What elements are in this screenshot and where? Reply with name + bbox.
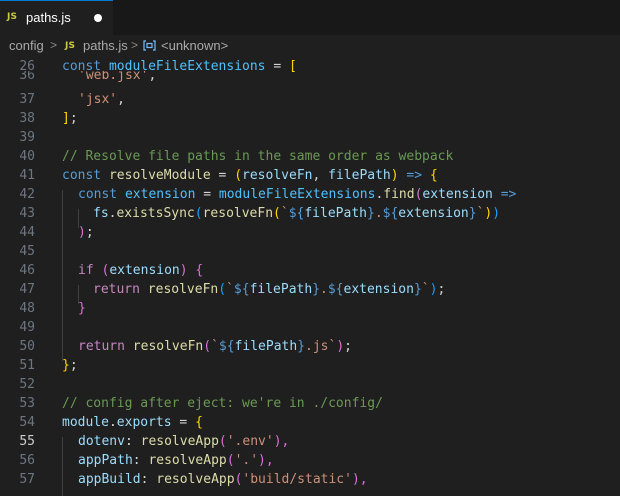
code-line: 38 ]; — [0, 109, 620, 128]
code-line: 56 appPath: resolveApp('.'), — [0, 451, 620, 470]
code-text: ); — [78, 225, 94, 240]
code-line: 41 const resolveModule = (resolveFn, fil… — [0, 166, 620, 185]
code-text: fs.existsSync(resolveFn(`${filePath}.${e… — [93, 206, 501, 221]
code-line: 39 — [0, 128, 620, 147]
code-text: const resolveModule = (resolveFn, filePa… — [62, 168, 438, 183]
code-text: appPath: resolveApp('.'), — [78, 453, 274, 468]
line-number: 39 — [19, 130, 35, 145]
line-number: 53 — [19, 396, 35, 411]
code-text: dotenv: resolveApp('.env'), — [78, 434, 290, 449]
code-text: ]; — [62, 111, 78, 126]
breadcrumb: config > JS paths.js > <unknown> — [0, 35, 620, 57]
line-number: 44 — [19, 225, 35, 240]
code-line: 36 'web.jsx', — [0, 71, 620, 85]
breadcrumb-folder-config[interactable]: config — [9, 38, 44, 53]
code-line: 45 — [0, 242, 620, 261]
line-number: 51 — [19, 358, 35, 373]
code-line: 42 const extension = moduleFileExtension… — [0, 185, 620, 204]
line-number: 48 — [19, 301, 35, 316]
code-comment: // Resolve file paths in the same order … — [62, 149, 454, 164]
symbol-variable-icon — [143, 40, 156, 51]
breadcrumb-symbol-unknown[interactable]: <unknown> — [161, 38, 228, 53]
code-line: 50 return resolveFn(`${filePath}.js`); — [0, 337, 620, 356]
line-number: 47 — [19, 282, 35, 297]
code-line: 47 return resolveFn(`${filePath}.${exten… — [0, 280, 620, 299]
tab-label: paths.js — [26, 10, 71, 25]
code-text: } — [78, 301, 86, 316]
line-number: 54 — [19, 415, 35, 430]
code-line: 43 fs.existsSync(resolveFn(`${filePath}.… — [0, 204, 620, 223]
code-line: 53 // config after eject: we're in ./con… — [0, 394, 620, 413]
code-line: 37 'jsx', — [0, 90, 620, 109]
code-line: 48 } — [0, 299, 620, 318]
code-line-active: 55 dotenv: resolveApp('.env'), — [0, 432, 620, 451]
line-number: 36 — [19, 71, 35, 83]
code-editor[interactable]: 26 const moduleFileExtensions = [ 36 'we… — [0, 57, 620, 496]
code-line: 57 appBuild: resolveApp('build/static'), — [0, 470, 620, 489]
line-number: 52 — [19, 377, 35, 392]
code-line: 46 if (extension) { — [0, 261, 620, 280]
code-text: const extension = moduleFileExtensions.f… — [78, 187, 517, 202]
line-number: 49 — [19, 320, 35, 335]
line-number: 43 — [19, 206, 35, 221]
chevron-right-icon: > — [50, 38, 58, 52]
code-text: module.exports = { — [62, 415, 203, 430]
line-number: 56 — [19, 453, 35, 468]
chevron-right-icon: > — [131, 38, 139, 52]
code-line: 40 // Resolve file paths in the same ord… — [0, 147, 620, 166]
code-line: 54 module.exports = { — [0, 413, 620, 432]
line-number: 42 — [19, 187, 35, 202]
code-comment: // config after eject: we're in ./config… — [62, 396, 383, 411]
unsaved-dot-icon[interactable] — [94, 14, 102, 22]
breadcrumb-file-paths-js[interactable]: paths.js — [83, 38, 128, 53]
line-number-active: 55 — [19, 434, 35, 449]
tab-bar: JS paths.js — [0, 0, 620, 35]
line-number: 46 — [19, 263, 35, 278]
code-line: 44 ); — [0, 223, 620, 242]
code-line: 51 }; — [0, 356, 620, 375]
code-line: 52 — [0, 375, 620, 394]
code-text: appBuild: resolveApp('build/static'), — [78, 472, 368, 487]
line-number: 37 — [19, 92, 35, 107]
code-line: 49 — [0, 318, 620, 337]
line-number: 57 — [19, 472, 35, 487]
tab-paths-js[interactable]: JS paths.js — [0, 0, 113, 35]
code-text: return resolveFn(`${filePath}.${extensio… — [93, 282, 446, 297]
code-text: }; — [62, 358, 78, 373]
line-number: 41 — [19, 168, 35, 183]
code-text: if (extension) { — [78, 263, 204, 278]
line-number: 38 — [19, 111, 35, 126]
javascript-file-icon: JS — [7, 12, 18, 22]
line-number: 50 — [19, 339, 35, 354]
code-text: 'web.jsx', — [78, 71, 157, 83]
code-text: 'jsx', — [78, 92, 125, 107]
line-number: 45 — [19, 244, 35, 259]
line-number: 40 — [19, 149, 35, 164]
javascript-file-icon: JS — [65, 41, 76, 51]
code-text: return resolveFn(`${filePath}.js`); — [78, 339, 352, 354]
